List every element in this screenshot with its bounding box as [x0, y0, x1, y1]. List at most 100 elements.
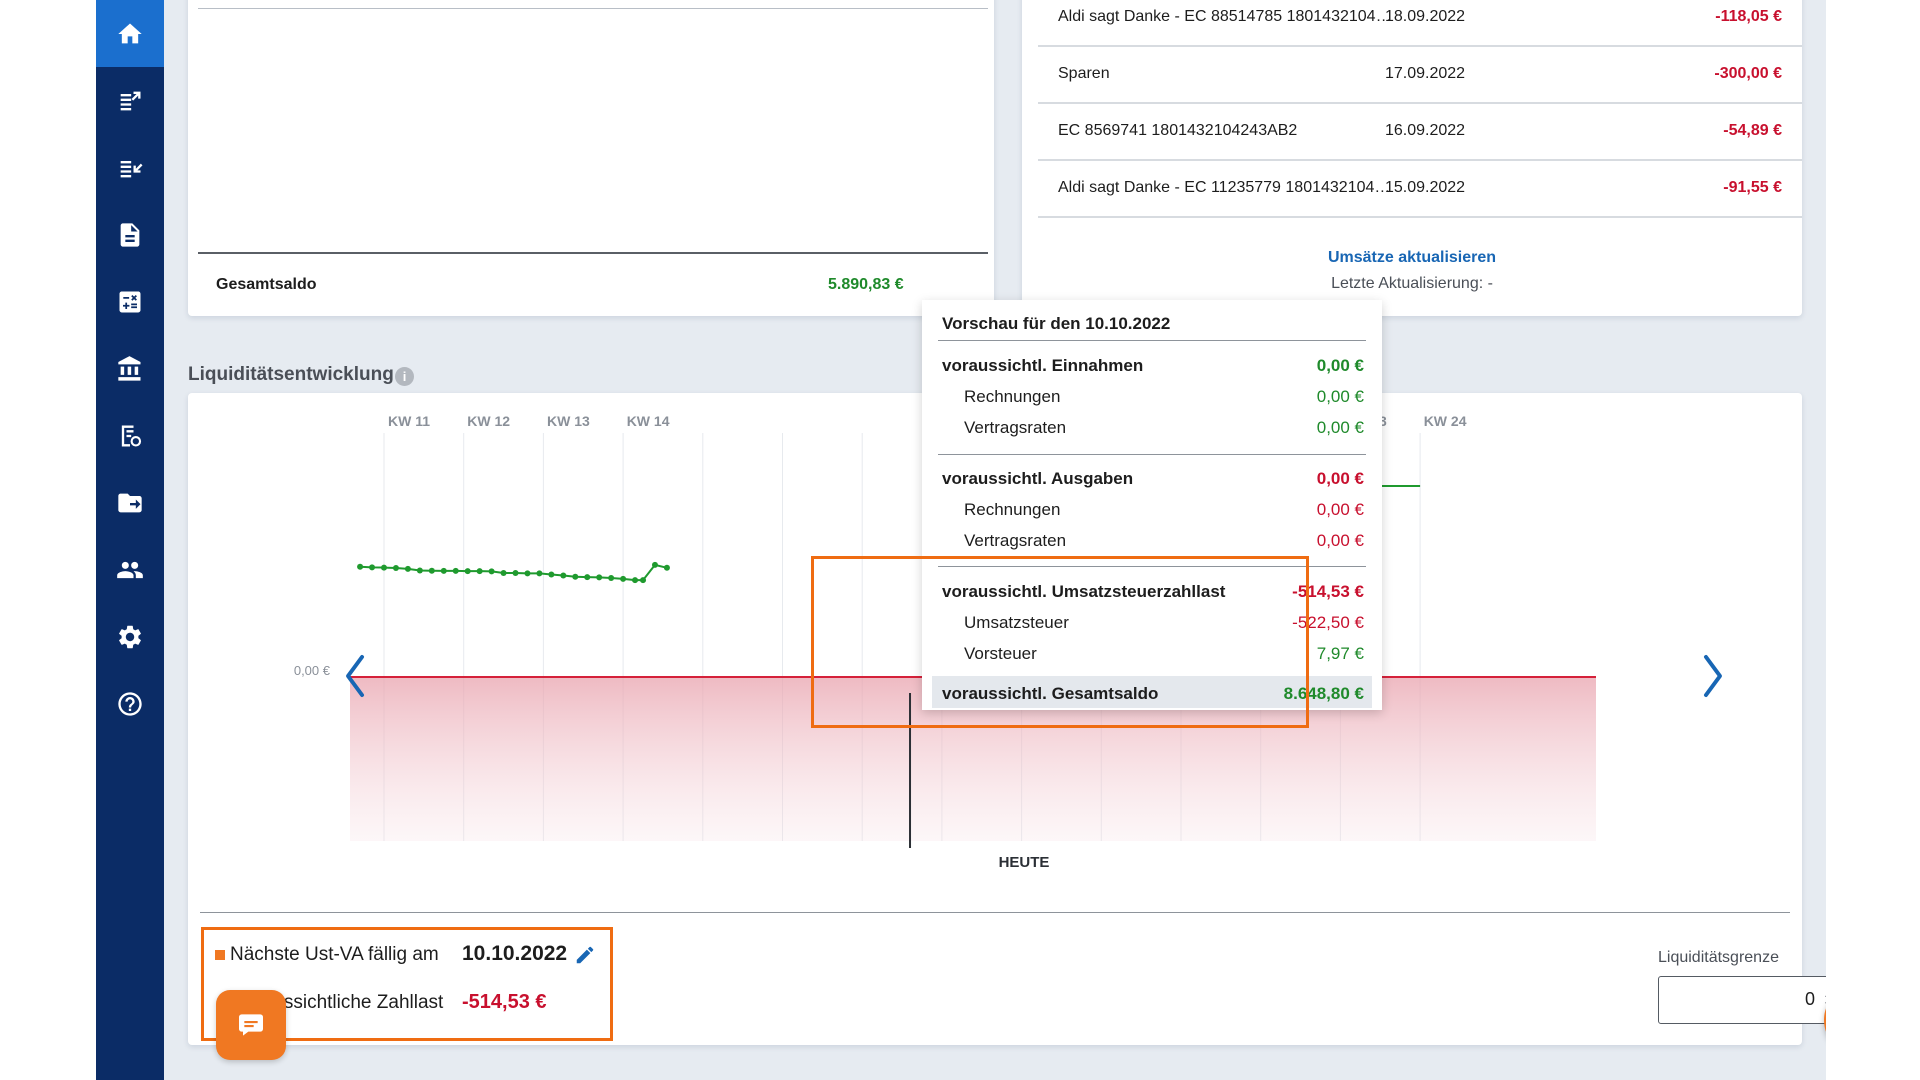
data-point [488, 568, 495, 575]
nav-settings[interactable] [96, 603, 164, 670]
sidebar [96, 0, 164, 1080]
input-tax-value: 7,97 € [1316, 644, 1364, 663]
table-row[interactable]: Aldi sagt Danke - EC 11235779 1801432104… [1038, 161, 1802, 218]
info-icon[interactable]: i [395, 367, 414, 386]
data-point [381, 564, 387, 571]
data-point [536, 570, 543, 577]
bank-icon [118, 355, 141, 381]
table-row[interactable]: EC 8569741 1801432104243AB2 16.09.2022 -… [1038, 104, 1802, 161]
gear-icon [119, 625, 141, 648]
data-point [464, 568, 471, 575]
transaction-amount: -300,00 € [1714, 65, 1782, 82]
data-point [608, 574, 615, 581]
today-label: HEUTE [999, 854, 1050, 871]
x-tick-label: KW 14 [627, 413, 670, 429]
chat-button[interactable] [216, 990, 286, 1060]
vat-tooltip-highlight-box [811, 556, 1309, 728]
liquidity-limit-value: 0 [1804, 989, 1815, 1009]
expenses-contracts-label: Vertragsraten [964, 531, 1067, 550]
transaction-date: 15.09.2022 [1385, 179, 1466, 196]
help-icon [118, 691, 142, 716]
nav-home[interactable] [96, 0, 164, 67]
expenses-label: voraussichtl. Ausgaben [942, 469, 1134, 488]
divider [198, 252, 988, 254]
data-point [416, 567, 423, 574]
expenses-contracts-value: 0,00 € [1316, 531, 1364, 550]
expenses-invoices-label: Rechnungen [964, 500, 1061, 519]
income-invoices-label: Rechnungen [964, 387, 1061, 406]
nav-calculator[interactable] [96, 268, 164, 335]
divider [938, 454, 1366, 455]
income-value: 0,00 € [1316, 356, 1364, 375]
data-point [584, 574, 591, 581]
data-point [620, 575, 627, 582]
transaction-amount: -54,89 € [1723, 122, 1782, 139]
transaction-amount: -91,55 € [1723, 179, 1782, 196]
calculator-icon [119, 291, 141, 312]
tax-document-icon [121, 425, 142, 446]
refresh-transactions-link[interactable]: Umsätze aktualisieren [1022, 249, 1802, 267]
data-point [392, 565, 399, 572]
nav-income[interactable] [96, 134, 164, 201]
liquidity-limit-label: Liquiditätsgrenze [1658, 949, 1779, 966]
transaction-amount: -118,05 € [1715, 8, 1782, 25]
nav-contacts[interactable] [96, 536, 164, 603]
data-point [651, 561, 658, 568]
data-point [476, 568, 483, 575]
folder-export-icon [118, 493, 142, 512]
income-contracts-label: Vertragsraten [964, 418, 1067, 437]
nav-expenses[interactable] [96, 67, 164, 134]
expenses-value: 0,00 € [1316, 469, 1364, 488]
data-point [632, 577, 639, 584]
transaction-description: Aldi sagt Danke - EC 11235779 1801432104… [1058, 179, 1391, 196]
income-contracts-value: 0,00 € [1316, 418, 1364, 437]
x-tick-label: KW 13 [547, 413, 590, 429]
data-point [548, 571, 555, 578]
transaction-description: Aldi sagt Danke - EC 88514785 1801432104… [1058, 8, 1392, 25]
data-point [428, 567, 435, 574]
expenses-invoices-value: 0,00 € [1316, 500, 1364, 519]
document-icon [120, 222, 140, 247]
divider [198, 8, 988, 9]
y-tick-label: 0,00 € [294, 663, 331, 678]
divider [200, 912, 1790, 913]
data-point [452, 567, 459, 574]
transaction-description: EC 8569741 1801432104243AB2 [1058, 122, 1298, 139]
app-frame: Gesamtsaldo 5.890,83 € Aldi sagt Danke -… [96, 0, 1826, 1080]
x-tick-label: KW 12 [467, 413, 510, 429]
data-point [560, 572, 567, 579]
table-row[interactable]: Sparen 17.09.2022 -300,00 € [1038, 47, 1802, 104]
income-label: voraussichtl. Einnahmen [942, 356, 1144, 375]
chevron-right-icon[interactable] [1704, 655, 1722, 697]
nav-bank[interactable] [96, 335, 164, 402]
home-icon [118, 23, 142, 43]
transaction-description: Sparen [1058, 65, 1110, 82]
transaction-date: 17.09.2022 [1385, 65, 1466, 82]
data-point [572, 573, 579, 580]
nav-export[interactable] [96, 469, 164, 536]
nav-tax[interactable] [96, 402, 164, 469]
liquidity-limit-field[interactable]: 0 ▲▼ [1658, 976, 1826, 1024]
transaction-date: 16.09.2022 [1385, 122, 1466, 139]
last-update-text: Letzte Aktualisierung: - [1331, 275, 1493, 292]
nav-help[interactable] [96, 670, 164, 737]
data-point [369, 564, 376, 571]
data-point [404, 565, 411, 572]
x-tick-label: KW 11 [388, 413, 430, 429]
accounts-card: Gesamtsaldo 5.890,83 € [188, 0, 994, 316]
money-in-icon [120, 160, 143, 177]
table-row[interactable]: Aldi sagt Danke - EC 88514785 1801432104… [1038, 0, 1802, 47]
transactions-card: Aldi sagt Danke - EC 88514785 1801432104… [1022, 0, 1802, 316]
transaction-date: 18.09.2022 [1385, 8, 1466, 25]
chat-icon [239, 1014, 263, 1036]
data-point [596, 574, 603, 581]
divider [938, 340, 1366, 341]
tooltip-title: Vorschau für den 10.10.2022 [942, 314, 1171, 333]
data-point [357, 563, 364, 570]
nav-documents[interactable] [96, 201, 164, 268]
total-balance-value: 5.890,83 € [828, 276, 904, 293]
income-invoices-value: 0,00 € [1316, 387, 1364, 406]
total-balance-label: Gesamtsaldo [216, 276, 317, 293]
people-icon [117, 561, 143, 578]
data-point [640, 577, 647, 584]
